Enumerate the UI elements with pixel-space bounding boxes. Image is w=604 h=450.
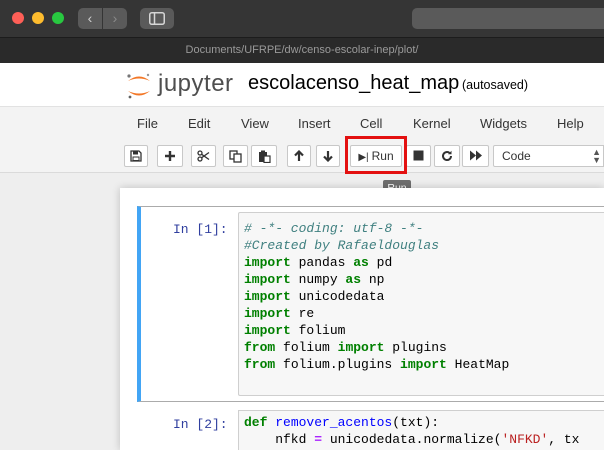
chevron-right-icon: › — [112, 10, 118, 26]
stop-icon — [413, 150, 424, 161]
code-token: pandas — [290, 255, 354, 270]
cell-type-select[interactable]: Code ▲ ▼ — [493, 145, 604, 167]
address-bar[interactable] — [412, 8, 604, 29]
code-line: import re — [244, 305, 509, 322]
plus-icon — [165, 151, 175, 161]
refresh-icon — [442, 150, 453, 162]
cell-prompt: In [1]: — [173, 222, 228, 237]
zoom-window-button[interactable] — [52, 12, 64, 24]
autosave-status: (autosaved) — [462, 78, 529, 92]
forward-button[interactable]: › — [103, 8, 127, 29]
code-token: HeatMap — [446, 357, 510, 372]
code-line: from folium.plugins import HeatMap — [244, 356, 509, 373]
cell-type-value: Code — [502, 149, 531, 163]
code-token: folium.plugins — [275, 357, 401, 372]
code-token: = — [314, 432, 323, 447]
code-token: from — [244, 340, 276, 355]
code-token: #Created by Rafaeldouglas — [244, 238, 440, 253]
select-caret-icon: ▲ ▼ — [592, 147, 601, 165]
restart-kernel-button[interactable] — [434, 145, 460, 167]
interrupt-kernel-button[interactable] — [406, 145, 431, 167]
code-content[interactable]: # -*- coding: utf-8 -*- #Created by Rafae… — [244, 220, 509, 373]
copy-cells-button[interactable] — [223, 145, 248, 167]
code-line: # -*- coding: utf-8 -*- — [244, 220, 509, 237]
arrow-up-icon — [294, 150, 304, 161]
code-line: #Created by Rafaeldouglas — [244, 237, 509, 254]
back-button[interactable]: ‹ — [78, 8, 102, 29]
code-line: from folium import plugins — [244, 339, 509, 356]
code-token: import — [337, 340, 385, 355]
show-sidebar-button[interactable] — [140, 8, 174, 29]
code-token: , tx — [548, 432, 580, 447]
code-token: pd — [368, 255, 393, 270]
cut-cells-button[interactable] — [191, 145, 216, 167]
code-content[interactable]: def remover_acentos(txt): nfkd = unicode… — [244, 414, 580, 448]
chevron-left-icon: ‹ — [87, 10, 93, 26]
code-token: import — [244, 255, 291, 270]
close-window-button[interactable] — [12, 12, 24, 24]
code-token: as — [353, 255, 369, 270]
code-token: np — [361, 272, 385, 287]
code-token: unicodedata — [290, 289, 385, 304]
code-line: nfkd = unicodedata.normalize('NFKD', tx — [244, 431, 580, 448]
code-token: unicodedata.normalize( — [322, 432, 502, 447]
code-token: import — [244, 323, 291, 338]
jupyter-logo-text: jupyter — [158, 70, 234, 97]
move-cell-down-button[interactable] — [316, 145, 340, 167]
copy-icon — [229, 150, 242, 163]
insert-cell-below-button[interactable] — [157, 145, 183, 167]
code-token: (txt): — [392, 415, 440, 430]
menu-widgets[interactable]: Widgets — [480, 116, 527, 131]
menu-kernel[interactable]: Kernel — [413, 116, 451, 131]
code-token: # -*- coding: utf-8 -*- — [244, 221, 424, 236]
code-token: folium — [275, 340, 338, 355]
move-cell-up-button[interactable] — [287, 145, 311, 167]
code-token: remover_acentos — [275, 415, 393, 430]
code-line: import pandas as pd — [244, 254, 509, 271]
menu-bar: File Edit View Insert Cell Kernel Widget… — [0, 106, 604, 139]
code-token: import — [244, 306, 291, 321]
code-token: re — [290, 306, 315, 321]
code-token: import — [244, 289, 291, 304]
menu-cell[interactable]: Cell — [360, 116, 382, 131]
menu-help[interactable]: Help — [557, 116, 584, 131]
clipboard-icon — [258, 150, 271, 163]
sidebar-icon — [149, 12, 165, 25]
code-token: as — [345, 272, 362, 287]
scissors-icon — [197, 150, 210, 162]
run-button-highlight — [345, 136, 407, 174]
code-token: 'NFKD' — [501, 432, 549, 447]
browser-titlebar: ‹ › — [0, 0, 604, 37]
fast-forward-icon — [469, 150, 482, 161]
menu-view[interactable]: View — [241, 116, 269, 131]
code-token: def — [244, 415, 268, 430]
code-line: import numpy as np — [244, 271, 509, 288]
arrow-down-icon — [323, 151, 333, 162]
menu-file[interactable]: File — [137, 116, 158, 131]
code-token: plugins — [384, 340, 447, 355]
file-path-bar: Documents/UFRPE/dw/censo-escolar-inep/pl… — [0, 37, 604, 63]
notebook-toolbar: ▶| Run Code ▲ ▼ — [0, 139, 604, 173]
code-token: nfkd — [244, 432, 315, 447]
menu-insert[interactable]: Insert — [298, 116, 331, 131]
code-line: def remover_acentos(txt): — [244, 414, 580, 431]
code-token: numpy — [290, 272, 346, 287]
cell-prompt: In [2]: — [173, 417, 228, 432]
code-token: folium — [290, 323, 346, 338]
code-line: import folium — [244, 322, 509, 339]
code-line: import unicodedata — [244, 288, 509, 305]
notebook-title[interactable]: escolacenso_heat_map — [248, 72, 459, 95]
menu-edit[interactable]: Edit — [188, 116, 210, 131]
floppy-disk-icon — [130, 150, 142, 162]
save-button[interactable] — [124, 145, 148, 167]
paste-cells-button[interactable] — [251, 145, 277, 167]
code-token: import — [244, 272, 291, 287]
restart-run-all-button[interactable] — [462, 145, 489, 167]
code-token: import — [400, 357, 447, 372]
code-token: from — [244, 357, 276, 372]
jupyter-logo-icon — [127, 73, 150, 99]
minimize-window-button[interactable] — [32, 12, 44, 24]
notebook-header: jupyter escolacenso_heat_map (autosaved) — [0, 63, 604, 106]
